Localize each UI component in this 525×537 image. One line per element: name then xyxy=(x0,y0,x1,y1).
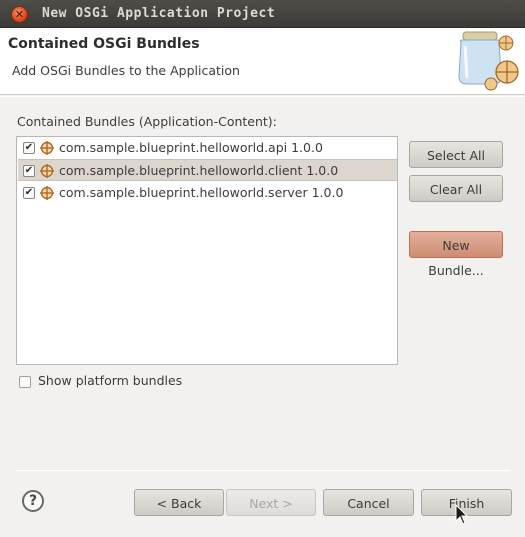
bundle-icon xyxy=(40,186,54,200)
page-title: Contained OSGi Bundles xyxy=(8,36,200,52)
show-platform-bundles-label[interactable]: Show platform bundles xyxy=(38,373,182,388)
window-title: New OSGi Application Project xyxy=(42,6,276,21)
list-item[interactable]: ✔ com.sample.blueprint.helloworld.server… xyxy=(18,182,397,204)
bundle-checkbox[interactable]: ✔ xyxy=(23,187,35,199)
dialog-window: ✕ New OSGi Application Project Contained… xyxy=(0,0,525,537)
back-button[interactable]: < Back xyxy=(134,489,224,516)
mouse-pointer-icon xyxy=(455,504,469,525)
bundles-list-label: Contained Bundles (Application-Content): xyxy=(17,114,277,129)
select-all-button[interactable]: Select All xyxy=(409,141,503,168)
wizard-header: Contained OSGi Bundles Add OSGi Bundles … xyxy=(0,28,525,95)
footer-separator xyxy=(16,470,510,471)
new-bundle-button[interactable]: New Bundle... xyxy=(409,231,503,278)
bundle-list[interactable]: ✔ com.sample.blueprint.helloworld.api 1.… xyxy=(16,136,398,365)
bundle-icon xyxy=(40,164,54,178)
help-icon[interactable]: ? xyxy=(22,490,44,512)
jar-of-bundles-icon xyxy=(453,28,525,94)
bundle-checkbox[interactable]: ✔ xyxy=(23,165,35,177)
bundle-icon xyxy=(40,141,54,155)
page-description: Add OSGi Bundles to the Application xyxy=(12,63,240,78)
header-separator xyxy=(0,96,525,97)
bundle-label: com.sample.blueprint.helloworld.server 1… xyxy=(59,185,344,200)
show-platform-bundles-checkbox[interactable] xyxy=(19,376,31,388)
list-item[interactable]: ✔ com.sample.blueprint.helloworld.api 1.… xyxy=(18,137,397,159)
bundle-checkbox[interactable]: ✔ xyxy=(23,142,35,154)
cancel-button[interactable]: Cancel xyxy=(323,489,414,516)
list-item[interactable]: ✔ com.sample.blueprint.helloworld.client… xyxy=(18,159,397,181)
bundle-label: com.sample.blueprint.helloworld.client 1… xyxy=(59,163,339,178)
close-icon[interactable]: ✕ xyxy=(11,6,28,23)
next-button[interactable]: Next > xyxy=(226,489,316,516)
clear-all-button[interactable]: Clear All xyxy=(409,175,503,202)
title-bar[interactable]: ✕ New OSGi Application Project xyxy=(0,0,525,28)
bundle-label: com.sample.blueprint.helloworld.api 1.0.… xyxy=(59,140,323,155)
